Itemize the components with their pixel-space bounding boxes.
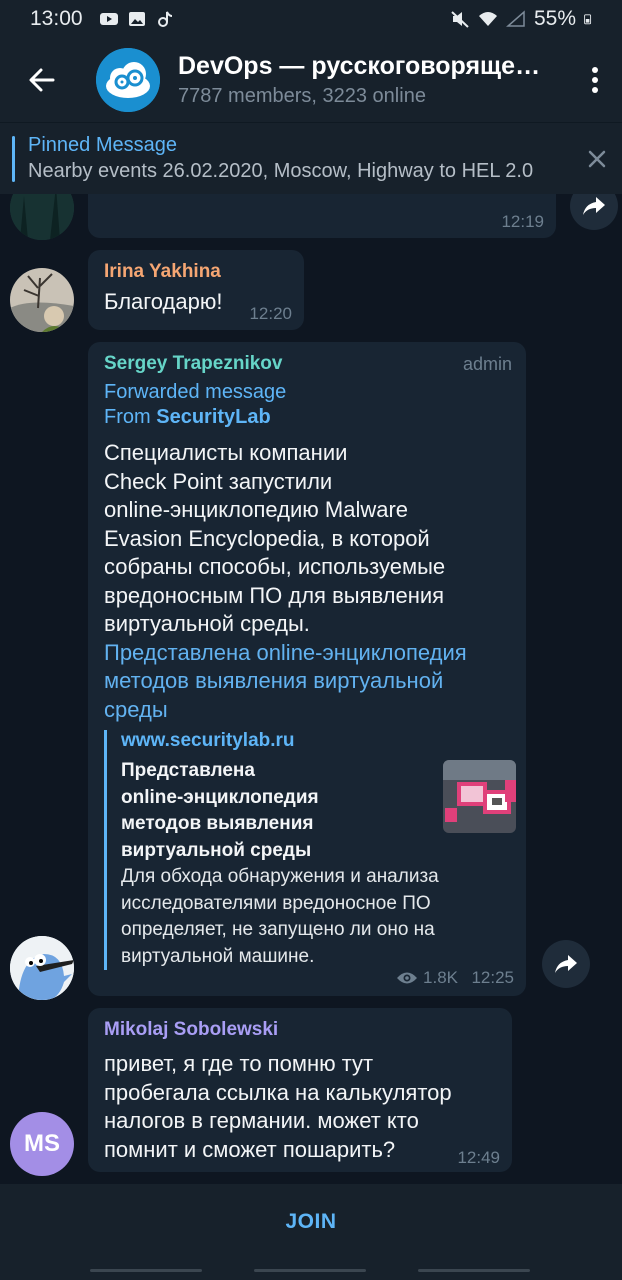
join-bar: JOIN [0, 1184, 622, 1260]
views-count: 1.8K [423, 968, 458, 987]
message-bubble[interactable]: Irina Yakhina Благодарю! 12:20 [88, 250, 304, 330]
battery-percent: 55% [533, 7, 576, 30]
message-time: 12:25 [471, 968, 514, 987]
pinned-message[interactable]: Pinned Message Nearby events 26.02.2020,… [0, 122, 622, 194]
text-line: Специалисты компании [104, 440, 348, 465]
text-line: виртуальной среды. [104, 611, 310, 636]
battery-icon [584, 14, 592, 25]
link-line: Представлена online-энциклопедия [104, 639, 467, 665]
text-line: вредоносным ПО для выявления [104, 582, 445, 608]
text-line: собраны способы, используемые [104, 554, 446, 579]
avatar-initials: MS [24, 1130, 60, 1157]
more-menu-button[interactable] [568, 38, 622, 122]
avatar[interactable] [10, 194, 74, 240]
chat-avatar[interactable] [96, 48, 160, 112]
message-time: 12:19 [501, 212, 544, 231]
mute-icon [451, 11, 469, 28]
preview-title-line: виртуальной среды [121, 839, 312, 861]
avatar[interactable]: MS [10, 1112, 74, 1176]
user-photo-icon [10, 268, 74, 332]
arrow-left-icon [29, 68, 55, 92]
status-time: 13:00 [30, 7, 83, 30]
nav-back[interactable] [418, 1269, 530, 1272]
avatar[interactable] [10, 936, 74, 1000]
tiktok-icon [157, 11, 172, 27]
text-line: пробегала ссылка на калькулятор [104, 1079, 452, 1105]
chat-header: DevOps — русскоговорящее сообщество 7787… [0, 38, 622, 122]
avatar[interactable] [10, 268, 74, 332]
chat-title: DevOps — русскоговорящее сообщество [178, 52, 550, 80]
message-author[interactable]: Mikolaj Sobolewski [104, 1019, 278, 1041]
gallery-icon [128, 12, 145, 26]
message-bubble[interactable]: 12:19 [88, 194, 556, 238]
share-button[interactable] [542, 940, 590, 988]
article-link[interactable]: Представлена online-энциклопедия методов… [104, 639, 524, 725]
text-line: налогов в германии. может кто [104, 1108, 419, 1133]
close-icon [588, 150, 606, 167]
message-text: Благодарю! [104, 289, 223, 314]
admin-badge: admin [462, 354, 512, 374]
text-line: Check Point запустили [104, 468, 333, 494]
message-time: 12:20 [249, 304, 292, 323]
forward-arrow-icon [555, 955, 577, 973]
preview-desc-line: исследователями вредоносное ПО [121, 892, 431, 914]
message-text: Специалисты компании Check Point запусти… [104, 439, 524, 724]
link-line: среды [104, 696, 168, 722]
message-author: Irina Yakhina [104, 261, 221, 282]
preview-site: www.securitylab.ru [121, 730, 295, 751]
chat-members: 7787 members, 3223 online [178, 85, 426, 107]
message-text: привет, я где то помню тут пробегала ссы… [104, 1050, 504, 1164]
close-pinned-button[interactable] [572, 150, 622, 168]
message-time: 12:49 [457, 1148, 500, 1167]
pinned-indicator [12, 135, 15, 182]
from-label: From [104, 406, 151, 428]
preview-desc-line: Для обхода обнаружения и анализа [121, 866, 439, 887]
preview-desc-line: виртуальной машине. [121, 945, 315, 967]
message-author[interactable]: Sergey Trapeznikov [104, 353, 282, 375]
text-line: помнит и сможет пошарить? [104, 1136, 396, 1162]
forwarded-label: Forwarded message [104, 381, 287, 403]
nav-recents[interactable] [90, 1269, 202, 1272]
text-line: online-энциклопедию Malware [104, 497, 409, 522]
preview-image-icon [443, 760, 516, 833]
preview-thumbnail[interactable] [443, 760, 516, 833]
message-list[interactable]: 12:19 Irina Yakhina Благодарю! 12:20 Ser… [0, 194, 622, 1184]
user-photo-icon [10, 194, 74, 240]
preview-desc-line: определяет, не запущено ли оно на [121, 919, 435, 940]
nav-home[interactable] [254, 1269, 366, 1272]
preview-description: Для обхода обнаружения и анализа исследо… [121, 864, 514, 970]
text-line: Evasion Encyclopedia, в которой [104, 525, 430, 551]
share-button[interactable] [570, 194, 618, 230]
back-button[interactable] [0, 38, 84, 122]
pinned-text: Nearby events 26.02.2020, Moscow, Highwa… [28, 160, 534, 182]
pinned-title: Pinned Message [28, 134, 177, 156]
status-bar: 13:00 55% [0, 0, 622, 38]
wifi-icon [478, 12, 497, 26]
views-counter: 1.8K [396, 968, 458, 988]
system-nav-bar [0, 1260, 622, 1280]
signal-icon [505, 10, 525, 27]
link-preview[interactable]: www.securitylab.ru Представлена online-э… [104, 730, 516, 970]
forward-source[interactable]: SecurityLab [156, 406, 270, 428]
more-vertical-icon [592, 67, 598, 93]
youtube-icon [99, 13, 118, 25]
chat-info[interactable]: DevOps — русскоговорящее сообщество 7787… [178, 52, 568, 108]
eye-icon [397, 972, 418, 984]
forwarded-header[interactable]: Forwarded message From SecurityLab [104, 380, 286, 430]
link-line: методов выявления виртуальной [104, 668, 444, 693]
message-bubble[interactable]: Mikolaj Sobolewski привет, я где то помн… [88, 1008, 512, 1172]
text-line: привет, я где то помню тут [104, 1051, 374, 1076]
bird-avatar-icon [10, 936, 74, 1000]
join-button[interactable]: JOIN [285, 1210, 336, 1234]
forward-arrow-icon [583, 197, 605, 215]
gears-cloud-icon [96, 48, 160, 112]
